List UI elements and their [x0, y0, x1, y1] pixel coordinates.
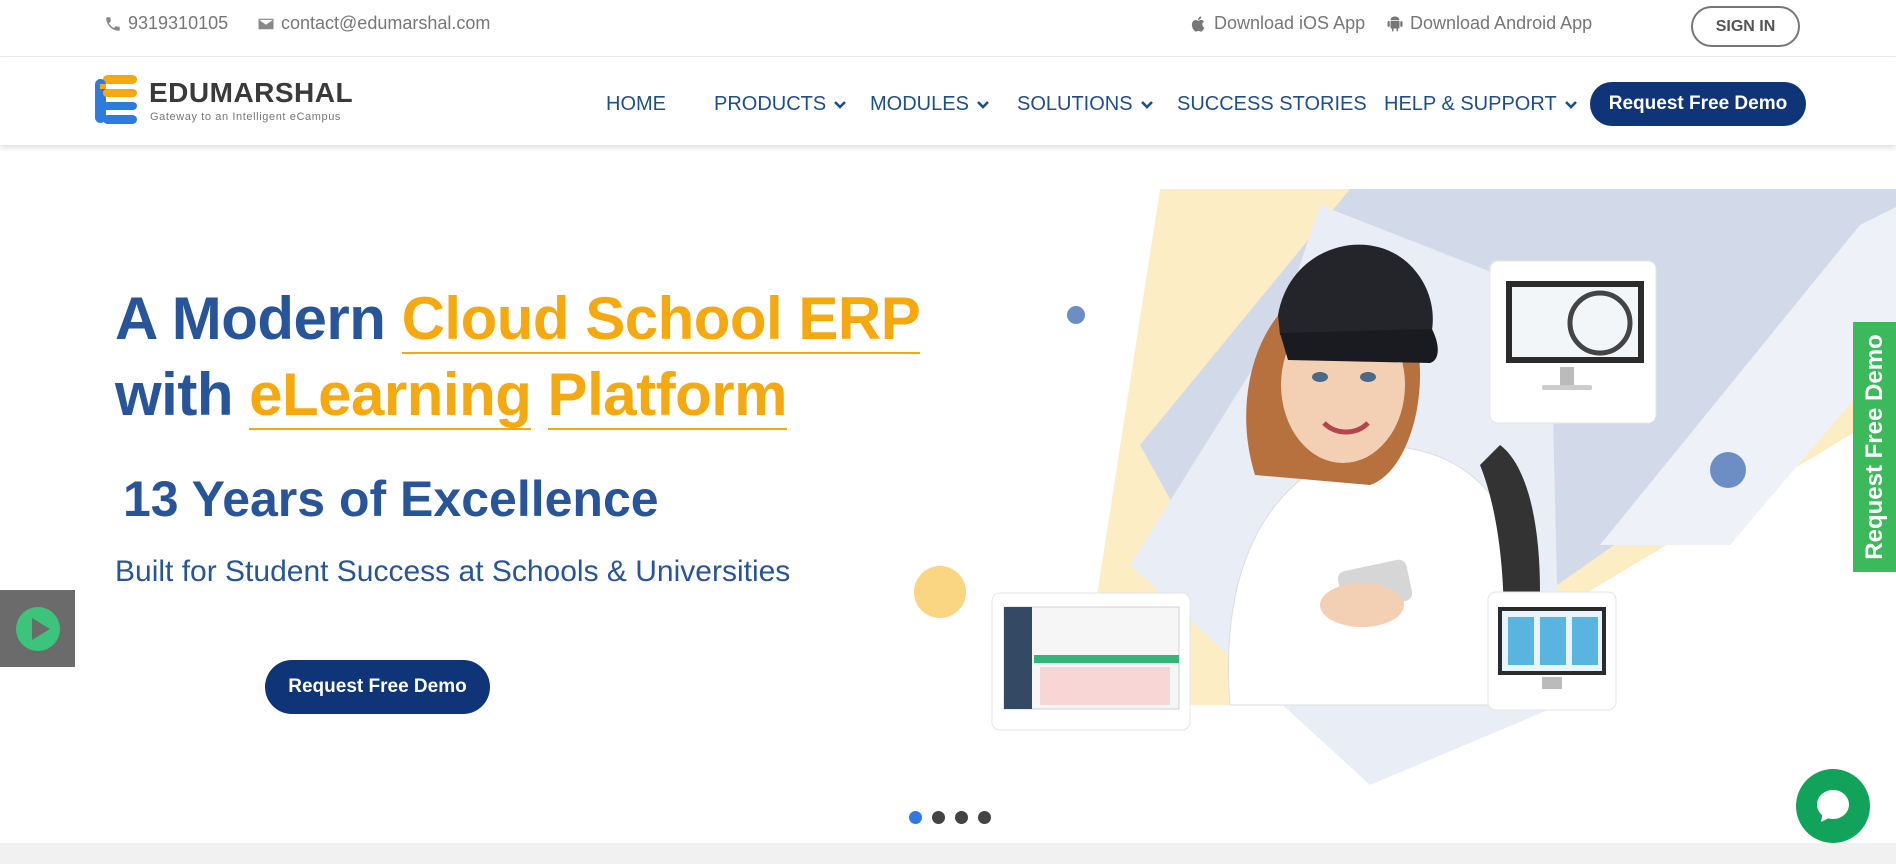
headline-line-1: A Modern Cloud School ERP — [115, 281, 921, 357]
slider-dot-4[interactable] — [978, 811, 991, 824]
brand-name: EDUMARSHAL — [149, 77, 354, 108]
nav-success-stories-label: SUCCESS STORIES — [1177, 93, 1367, 115]
phone-number: 9319310105 — [128, 13, 229, 33]
headline-highlight-2a: eLearning — [249, 361, 532, 430]
mail-icon — [258, 18, 274, 29]
headline-highlight-2b: Platform — [547, 361, 787, 430]
nav-modules[interactable]: MODULES — [870, 93, 989, 116]
edumarshal-logo[interactable]: EDUMARSHAL Gateway to an Intelligent eCa… — [95, 75, 355, 125]
android-app-link[interactable]: Download Android App — [1386, 13, 1592, 34]
nav-modules-label: MODULES — [870, 93, 969, 115]
card-bottom-left — [991, 592, 1191, 731]
chat-widget-button[interactable] — [1796, 769, 1870, 843]
side-tab-label: Request Free Demo — [1860, 334, 1888, 560]
slider-dot-2[interactable] — [932, 811, 945, 824]
main-navbar: EDUMARSHAL Gateway to an Intelligent eCa… — [0, 57, 1896, 145]
ios-app-label: Download iOS App — [1214, 13, 1366, 33]
slider-dot-3[interactable] — [955, 811, 968, 824]
ios-app-link[interactable]: Download iOS App — [1190, 13, 1365, 34]
nav-help-support-label: HELP & SUPPORT — [1384, 93, 1557, 115]
nav-request-demo-button[interactable]: Request Free Demo — [1590, 82, 1806, 126]
slider-pagination — [909, 811, 991, 824]
headline-plain-2: with — [115, 361, 250, 428]
phone-icon — [106, 16, 120, 31]
hero-headline: A Modern Cloud School ERP with eLearning… — [115, 281, 921, 433]
sign-in-button[interactable]: SIGN IN — [1691, 6, 1800, 47]
nav-success-stories[interactable]: SUCCESS STORIES — [1177, 93, 1367, 116]
slider-dot-1[interactable] — [909, 811, 922, 824]
play-icon — [15, 606, 60, 651]
side-request-demo-tab[interactable]: Request Free Demo — [1853, 322, 1896, 572]
years-of-excellence: 13 Years of Excellence — [123, 471, 659, 527]
chevron-down-icon — [1564, 100, 1577, 109]
apple-icon — [1191, 15, 1205, 32]
nav-products-label: PRODUCTS — [714, 93, 827, 115]
bottom-section-edge — [0, 843, 1896, 864]
headline-highlight-1: Cloud School ERP — [401, 285, 921, 354]
nav-products[interactable]: PRODUCTS — [714, 93, 847, 116]
email-contact[interactable]: contact@edumarshal.com — [257, 13, 490, 34]
nav-home[interactable]: HOME — [606, 93, 666, 116]
decor-dot-yellow — [914, 566, 966, 618]
hero-illustration — [914, 189, 1896, 785]
decor-dot-small — [1067, 306, 1085, 324]
card-top-right — [1489, 260, 1657, 424]
logo-mark-icon — [95, 75, 137, 124]
brand-tagline: Gateway to an Intelligent eCampus — [150, 111, 342, 123]
nav-home-label: HOME — [606, 93, 666, 115]
video-play-button[interactable] — [0, 590, 75, 667]
nav-help-support[interactable]: HELP & SUPPORT — [1384, 93, 1577, 116]
hero-subtitle: Built for Student Success at Schools & U… — [115, 555, 791, 588]
chevron-down-icon — [834, 100, 847, 109]
chevron-down-icon — [1140, 100, 1153, 109]
hero-request-demo-button[interactable]: Request Free Demo — [265, 660, 490, 714]
hero-banner: A Modern Cloud School ERP with eLearning… — [0, 145, 1896, 843]
chevron-down-icon — [976, 100, 989, 109]
card-bottom-right — [1487, 591, 1617, 711]
headline-line-2: with eLearning Platform — [115, 357, 920, 433]
nav-solutions-label: SOLUTIONS — [1017, 93, 1133, 115]
decor-dot-blue — [1710, 452, 1746, 488]
top-contact-bar: 9319310105 contact@edumarshal.com Downlo… — [0, 0, 1896, 57]
android-icon — [1387, 15, 1403, 31]
chat-icon — [1817, 790, 1849, 822]
headline-plain-1: A Modern — [115, 285, 402, 352]
nav-solutions[interactable]: SOLUTIONS — [1017, 93, 1153, 116]
email-address: contact@edumarshal.com — [281, 13, 491, 33]
android-app-label: Download Android App — [1410, 13, 1593, 33]
phone-contact[interactable]: 9319310105 — [104, 13, 228, 34]
